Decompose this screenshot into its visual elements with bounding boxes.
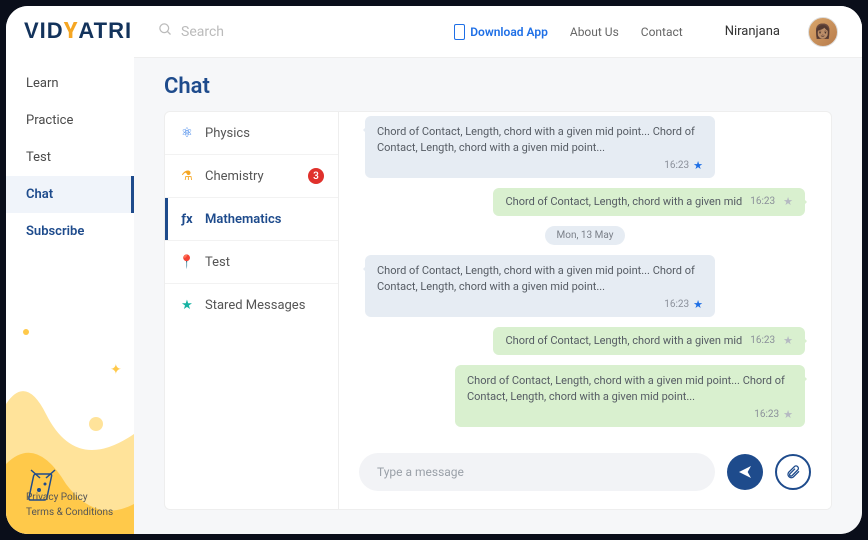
main-area: Download App About Us Contact Niranjana … — [134, 6, 862, 534]
subject-chemistry[interactable]: ⚗ Chemistry 3 — [165, 154, 338, 197]
send-button[interactable] — [727, 454, 763, 490]
search-icon — [158, 22, 173, 41]
attach-button[interactable] — [775, 454, 811, 490]
sidebar-item-subscribe[interactable]: Subscribe — [6, 213, 134, 250]
subject-label: Chemistry — [205, 169, 264, 184]
brand-logo[interactable]: VIDYATRI — [6, 6, 134, 61]
subjects-list: ⚛ Physics ⚗ Chemistry 3 ƒx Mathematics — [164, 111, 339, 510]
composer — [339, 441, 831, 509]
message-in[interactable]: Chord of Contact, Length, chord with a g… — [365, 116, 715, 178]
subject-starred[interactable]: ★ Stared Messages — [165, 283, 338, 326]
download-app-link[interactable]: Download App — [454, 24, 548, 40]
search-wrap — [158, 22, 432, 41]
side-nav: Learn Practice Test Chat Subscribe — [6, 65, 134, 250]
download-label: Download App — [470, 25, 548, 39]
sidebar-item-learn[interactable]: Learn — [6, 65, 134, 102]
sidebar: VIDYATRI Learn Practice Test Chat Subscr… — [6, 6, 134, 534]
message-time: 16:23 — [664, 299, 689, 310]
message-time: 16:23 — [750, 335, 775, 346]
star-icon[interactable]: ★ — [783, 195, 793, 208]
unread-badge: 3 — [308, 168, 324, 184]
brand-text: VIDYATRI — [24, 20, 132, 43]
message-text: Chord of Contact, Length, chord with a g… — [377, 263, 703, 295]
message-out[interactable]: Chord of Contact, Length, chord with a g… — [493, 188, 805, 216]
subject-test[interactable]: 📍 Test — [165, 240, 338, 283]
star-icon[interactable]: ★ — [693, 159, 703, 172]
sidebar-item-test[interactable]: Test — [6, 139, 134, 176]
pin-icon: 📍 — [179, 254, 195, 270]
message-time: 16:23 — [750, 196, 775, 207]
sidebar-item-practice[interactable]: Practice — [6, 102, 134, 139]
messages-list: Chord of Contact, Length, chord with a g… — [339, 112, 831, 441]
sidebar-footer: Privacy Policy Terms & Conditions — [26, 490, 113, 520]
subject-label: Mathematics — [205, 212, 281, 227]
search-input[interactable] — [181, 24, 381, 40]
avatar[interactable]: 👩🏽 — [808, 17, 838, 47]
page-title: Chat — [134, 58, 862, 111]
message-time: 16:23 — [754, 409, 779, 420]
topbar: Download App About Us Contact Niranjana … — [134, 6, 862, 58]
atom-icon: ⚛ — [179, 125, 195, 141]
subject-mathematics[interactable]: ƒx Mathematics — [165, 197, 338, 240]
function-icon: ƒx — [179, 211, 195, 227]
star-icon[interactable]: ★ — [783, 408, 793, 421]
send-icon — [737, 464, 753, 480]
subject-physics[interactable]: ⚛ Physics — [165, 112, 338, 154]
message-text: Chord of Contact, Length, chord with a g… — [377, 124, 703, 156]
message-out[interactable]: Chord of Contact, Length, chord with a g… — [455, 365, 805, 427]
user-name: Niranjana — [725, 24, 780, 39]
subject-label: Test — [205, 255, 230, 270]
chat-pane: Chord of Contact, Length, chord with a g… — [338, 111, 832, 510]
link-contact[interactable]: Contact — [641, 25, 683, 39]
star-icon[interactable]: ★ — [783, 334, 793, 347]
message-text: Chord of Contact, Length, chord with a g… — [505, 333, 742, 349]
message-time: 16:23 — [664, 160, 689, 171]
link-terms[interactable]: Terms & Conditions — [26, 505, 113, 520]
subject-label: Stared Messages — [205, 298, 305, 313]
date-separator: Mon, 13 May — [545, 226, 626, 245]
message-in[interactable]: Chord of Contact, Length, chord with a g… — [365, 255, 715, 317]
link-about[interactable]: About Us — [570, 25, 619, 39]
flask-icon: ⚗ — [179, 168, 195, 184]
star-icon: ★ — [179, 297, 195, 313]
message-text: Chord of Contact, Length, chord with a g… — [467, 373, 793, 405]
compose-input[interactable] — [359, 453, 715, 491]
message-text: Chord of Contact, Length, chord with a g… — [505, 194, 742, 210]
message-out[interactable]: Chord of Contact, Length, chord with a g… — [493, 327, 805, 355]
link-privacy[interactable]: Privacy Policy — [26, 490, 113, 505]
phone-icon — [454, 24, 465, 40]
star-icon[interactable]: ★ — [693, 298, 703, 311]
paperclip-icon — [785, 464, 801, 480]
sidebar-item-chat[interactable]: Chat — [6, 176, 134, 213]
svg-text:✦: ✦ — [110, 362, 122, 378]
subject-label: Physics — [205, 126, 250, 141]
